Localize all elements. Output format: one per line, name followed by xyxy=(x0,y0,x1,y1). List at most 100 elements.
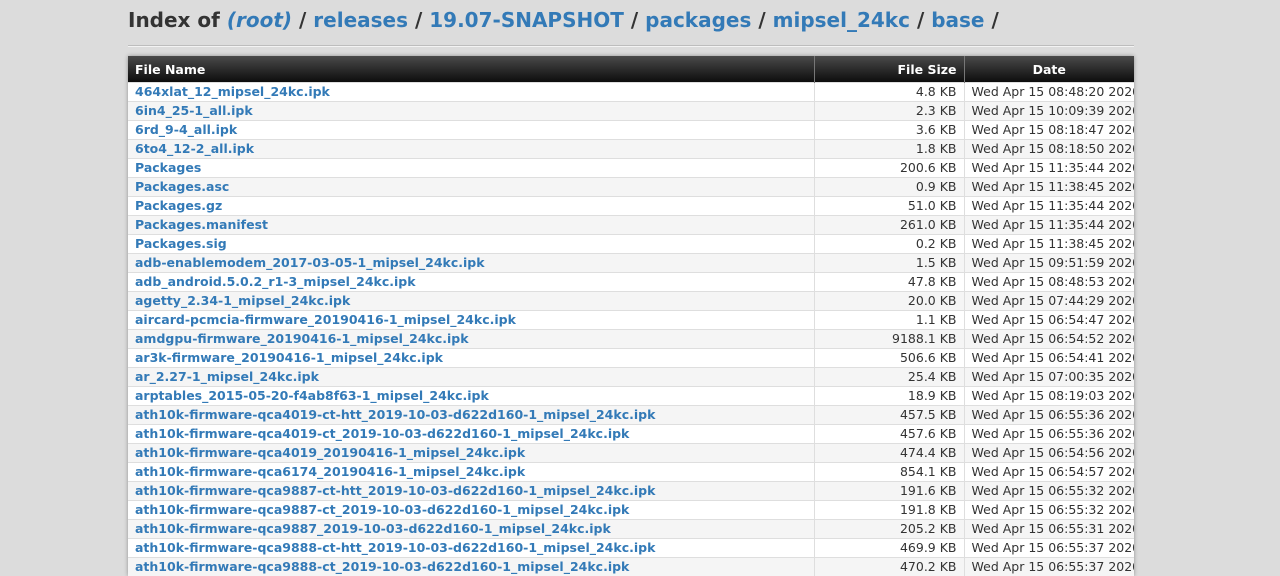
file-size-cell: 25.4 KB xyxy=(814,368,964,387)
file-size-cell: 3.6 KB xyxy=(814,121,964,140)
file-name-cell: ar_2.27-1_mipsel_24kc.ipk xyxy=(128,368,814,387)
breadcrumb-separator: / xyxy=(917,8,924,32)
file-link[interactable]: ar_2.27-1_mipsel_24kc.ipk xyxy=(135,369,319,384)
file-name-cell: ath10k-firmware-qca4019-ct_2019-10-03-d6… xyxy=(128,425,814,444)
file-date-cell: Wed Apr 15 08:48:53 2020 xyxy=(964,273,1134,292)
file-name-cell: ath10k-firmware-qca4019-ct-htt_2019-10-0… xyxy=(128,406,814,425)
file-date-cell: Wed Apr 15 06:54:41 2020 xyxy=(964,349,1134,368)
table-row: ar_2.27-1_mipsel_24kc.ipk 25.4 KBWed Apr … xyxy=(128,368,1134,387)
table-row: adb_android.5.0.2_r1-3_mipsel_24kc.ipk47… xyxy=(128,273,1134,292)
file-name-cell: ath10k-firmware-qca4019_20190416-1_mipse… xyxy=(128,444,814,463)
file-link[interactable]: ath10k-firmware-qca6174_20190416-1_mipse… xyxy=(135,464,525,479)
file-date-cell: Wed Apr 15 06:55:32 2020 xyxy=(964,482,1134,501)
file-link[interactable]: ath10k-firmware-qca4019-ct_2019-10-03-d6… xyxy=(135,426,629,441)
file-link[interactable]: ath10k-firmware-qca4019-ct-htt_2019-10-0… xyxy=(135,407,655,422)
file-link[interactable]: agetty_2.34-1_mipsel_24kc.ipk xyxy=(135,293,350,308)
file-name-cell: ar3k-firmware_20190416-1_mipsel_24kc.ipk xyxy=(128,349,814,368)
table-row: ath10k-firmware-qca9888-ct_2019-10-03-d6… xyxy=(128,558,1134,576)
file-link[interactable]: ath10k-firmware-qca9887-ct-htt_2019-10-0… xyxy=(135,483,655,498)
table-row: 6to4_12-2_all.ipk1.8 KBWed Apr 15 08:18:… xyxy=(128,140,1134,159)
file-date-cell: Wed Apr 15 08:18:50 2020 xyxy=(964,140,1134,159)
file-date-cell: Wed Apr 15 06:55:32 2020 xyxy=(964,501,1134,520)
breadcrumb-base-link[interactable]: base xyxy=(931,8,984,32)
table-row: Packages.manifest 261.0 KBWed Apr 15 11:3… xyxy=(128,216,1134,235)
file-link[interactable]: 464xlat_12_mipsel_24kc.ipk xyxy=(135,84,330,99)
file-link[interactable]: aircard-pcmcia-firmware_20190416-1_mipse… xyxy=(135,312,516,327)
column-header-file-size: File Size xyxy=(814,56,964,83)
file-size-cell: 51.0 KB xyxy=(814,197,964,216)
file-link[interactable]: Packages xyxy=(135,160,201,175)
breadcrumb-separator: / xyxy=(299,8,306,32)
file-date-cell: Wed Apr 15 08:18:47 2020 xyxy=(964,121,1134,140)
file-date-cell: Wed Apr 15 11:35:44 2020 xyxy=(964,159,1134,178)
file-name-cell: amdgpu-firmware_20190416-1_mipsel_24kc.i… xyxy=(128,330,814,349)
file-size-cell: 469.9 KB xyxy=(814,539,964,558)
breadcrumb-separator: / xyxy=(991,8,998,32)
file-link[interactable]: adb-enablemodem_2017-03-05-1_mipsel_24kc… xyxy=(135,255,485,270)
file-link[interactable]: ath10k-firmware-qca9887-ct_2019-10-03-d6… xyxy=(135,502,629,517)
file-link[interactable]: ar3k-firmware_20190416-1_mipsel_24kc.ipk xyxy=(135,350,443,365)
file-date-cell: Wed Apr 15 11:35:44 2020 xyxy=(964,216,1134,235)
table-row: ath10k-firmware-qca9887_2019-10-03-d622d… xyxy=(128,520,1134,539)
breadcrumb-packages-link[interactable]: packages xyxy=(645,8,751,32)
file-date-cell: Wed Apr 15 06:54:47 2020 xyxy=(964,311,1134,330)
file-link[interactable]: ath10k-firmware-qca9887_2019-10-03-d622d… xyxy=(135,521,611,536)
file-link[interactable]: adb_android.5.0.2_r1-3_mipsel_24kc.ipk xyxy=(135,274,416,289)
file-link[interactable]: amdgpu-firmware_20190416-1_mipsel_24kc.i… xyxy=(135,331,469,346)
breadcrumb-releases-link[interactable]: releases xyxy=(313,8,408,32)
page-title: Index of (root) / releases / 19.07-SNAPS… xyxy=(128,0,1134,39)
table-row: amdgpu-firmware_20190416-1_mipsel_24kc.i… xyxy=(128,330,1134,349)
file-date-cell: Wed Apr 15 08:19:03 2020 xyxy=(964,387,1134,406)
table-header-row: File Name File Size Date xyxy=(128,56,1134,83)
file-size-cell: 0.2 KB xyxy=(814,235,964,254)
file-date-cell: Wed Apr 15 06:54:52 2020 xyxy=(964,330,1134,349)
table-row: 6rd_9-4_all.ipk 3.6 KBWed Apr 15 08:18:47… xyxy=(128,121,1134,140)
file-date-cell: Wed Apr 15 06:54:57 2020 xyxy=(964,463,1134,482)
file-link[interactable]: Packages.manifest xyxy=(135,217,268,232)
file-name-cell: Packages.gz xyxy=(128,197,814,216)
file-date-cell: Wed Apr 15 06:55:31 2020 xyxy=(964,520,1134,539)
file-link[interactable]: Packages.sig xyxy=(135,236,227,251)
table-row: aircard-pcmcia-firmware_20190416-1_mipse… xyxy=(128,311,1134,330)
file-date-cell: Wed Apr 15 11:35:44 2020 xyxy=(964,197,1134,216)
file-link[interactable]: Packages.asc xyxy=(135,179,229,194)
column-header-file-name: File Name xyxy=(128,56,814,83)
file-link[interactable]: ath10k-firmware-qca4019_20190416-1_mipse… xyxy=(135,445,525,460)
table-row: adb-enablemodem_2017-03-05-1_mipsel_24kc… xyxy=(128,254,1134,273)
breadcrumb-arch-link[interactable]: mipsel_24kc xyxy=(773,8,910,32)
file-size-cell: 470.2 KB xyxy=(814,558,964,576)
file-size-cell: 18.9 KB xyxy=(814,387,964,406)
file-size-cell: 261.0 KB xyxy=(814,216,964,235)
table-row: 6in4_25-1_all.ipk2.3 KBWed Apr 15 10:09:… xyxy=(128,102,1134,121)
file-name-cell: ath10k-firmware-qca9888-ct-htt_2019-10-0… xyxy=(128,539,814,558)
breadcrumb-root-link[interactable]: (root) xyxy=(227,8,292,32)
file-date-cell: Wed Apr 15 11:38:45 2020 xyxy=(964,178,1134,197)
file-date-cell: Wed Apr 15 07:00:35 2020 xyxy=(964,368,1134,387)
table-row: arptables_2015-05-20-f4ab8f63-1_mipsel_2… xyxy=(128,387,1134,406)
breadcrumb-version-link[interactable]: 19.07-SNAPSHOT xyxy=(429,8,624,32)
file-date-cell: Wed Apr 15 06:55:36 2020 xyxy=(964,406,1134,425)
file-size-cell: 191.8 KB xyxy=(814,501,964,520)
file-link[interactable]: arptables_2015-05-20-f4ab8f63-1_mipsel_2… xyxy=(135,388,489,403)
file-size-cell: 2.3 KB xyxy=(814,102,964,121)
file-size-cell: 191.6 KB xyxy=(814,482,964,501)
file-name-cell: Packages.asc xyxy=(128,178,814,197)
file-size-cell: 200.6 KB xyxy=(814,159,964,178)
file-date-cell: Wed Apr 15 08:48:20 2020 xyxy=(964,83,1134,102)
file-size-cell: 1.1 KB xyxy=(814,311,964,330)
table-row: Packages.sig0.2 KBWed Apr 15 11:38:45 20… xyxy=(128,235,1134,254)
file-link[interactable]: 6to4_12-2_all.ipk xyxy=(135,141,254,156)
file-size-cell: 854.1 KB xyxy=(814,463,964,482)
file-link[interactable]: 6in4_25-1_all.ipk xyxy=(135,103,253,118)
file-name-cell: ath10k-firmware-qca9888-ct_2019-10-03-d6… xyxy=(128,558,814,576)
table-row: ath10k-firmware-qca9888-ct-htt_2019-10-0… xyxy=(128,539,1134,558)
file-size-cell: 474.4 KB xyxy=(814,444,964,463)
file-link[interactable]: 6rd_9-4_all.ipk xyxy=(135,122,237,137)
file-size-cell: 20.0 KB xyxy=(814,292,964,311)
page: Index of (root) / releases / 19.07-SNAPS… xyxy=(128,0,1134,39)
file-name-cell: adb-enablemodem_2017-03-05-1_mipsel_24kc… xyxy=(128,254,814,273)
file-link[interactable]: Packages.gz xyxy=(135,198,222,213)
table-row: 464xlat_12_mipsel_24kc.ipk4.8 KBWed Apr … xyxy=(128,83,1134,102)
file-link[interactable]: ath10k-firmware-qca9888-ct-htt_2019-10-0… xyxy=(135,540,655,555)
table-row: ath10k-firmware-qca6174_20190416-1_mipse… xyxy=(128,463,1134,482)
